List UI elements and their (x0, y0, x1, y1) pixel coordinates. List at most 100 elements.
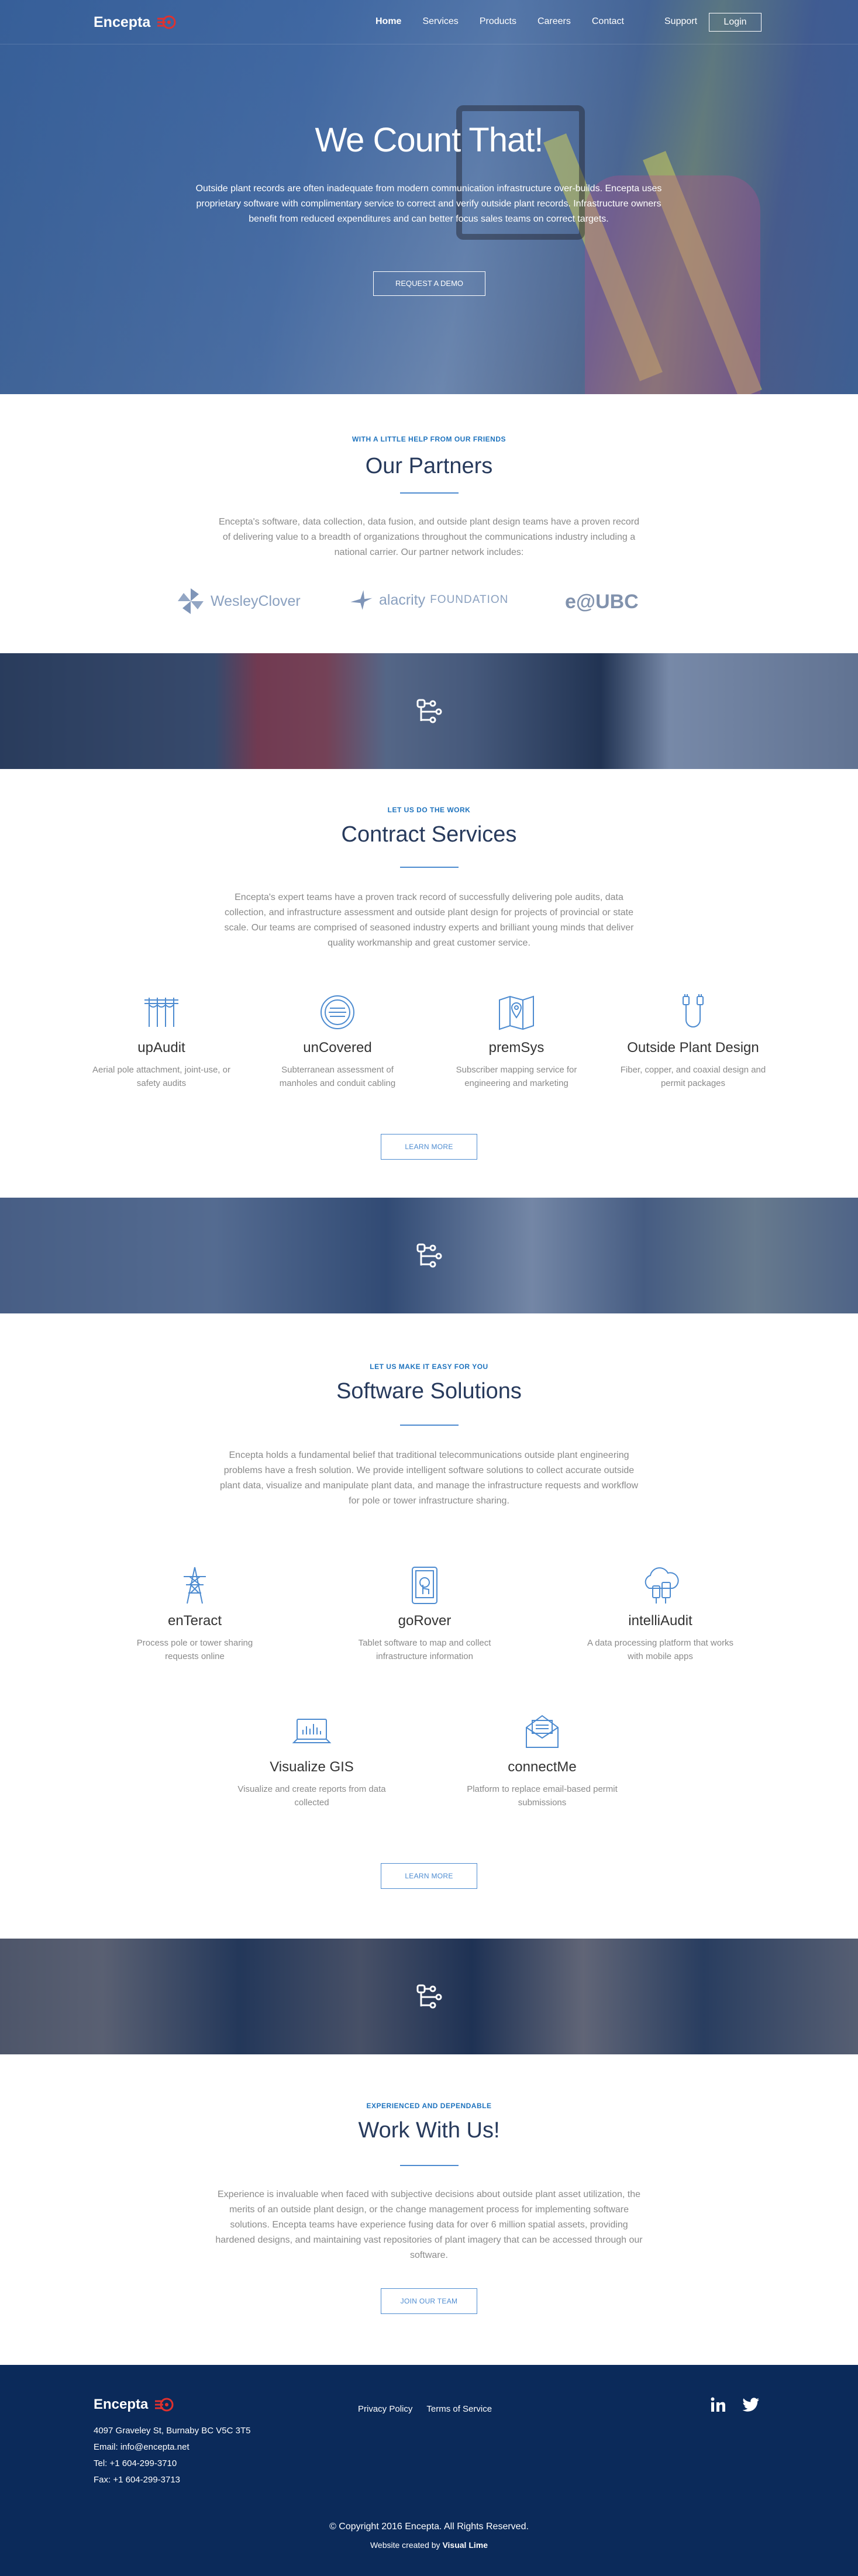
software-enteract-text: Process pole or tower sharing requests o… (136, 1638, 253, 1661)
software-connectme-text: Platform to replace email-based permit s… (467, 1784, 618, 1808)
support-link[interactable]: Support (664, 16, 697, 27)
top-navbar: Encepta Home Services Products Careers C… (0, 0, 858, 44)
hero-title: We Count That! (315, 121, 543, 159)
software-visualize-gis[interactable]: Visualize GIS Visualize and create repor… (236, 1711, 388, 1809)
work-text: Experience is invaluable when faced with… (215, 2189, 643, 2260)
software-gorover-title: goRover (398, 1613, 452, 1629)
twitter-icon[interactable] (742, 2395, 760, 2414)
manhole-icon (321, 995, 354, 1029)
logo[interactable]: Encepta (94, 13, 180, 32)
partner-alacrity-name: alacrity (379, 591, 426, 608)
credit-link[interactable]: Visual Lime (442, 2540, 488, 2550)
bird-icon (350, 590, 373, 610)
section-divider (400, 2165, 459, 2166)
network-node-icon (416, 1243, 442, 1268)
service-upaudit[interactable]: upAudit Aerial pole attachment, joint-us… (85, 992, 237, 1090)
service-outside-plant-design[interactable]: Outside Plant Design Fiber, copper, and … (617, 992, 769, 1090)
software-kicker: LET US MAKE IT EASY FOR YOU (370, 1363, 488, 1371)
hero-section: We Count That! Outside plant records are… (0, 0, 858, 394)
software-enteract-title: enTeract (167, 1613, 222, 1629)
work-title: Work With Us! (358, 2118, 500, 2143)
laptop-chart-icon (292, 1719, 332, 1743)
request-demo-button[interactable]: REQUEST A DEMO (373, 271, 485, 296)
service-opd-title: Outside Plant Design (627, 1040, 759, 1056)
map-pin-icon (499, 995, 534, 1030)
service-uncovered-title: unCovered (303, 1040, 372, 1056)
section-divider (400, 867, 459, 868)
copyright: © Copyright 2016 Encepta. All Rights Res… (329, 2522, 529, 2532)
login-button[interactable]: Login (709, 13, 761, 32)
software-enteract[interactable]: enTeract Process pole or tower sharing r… (119, 1565, 271, 1663)
website-credit: Website created by Visual Lime (0, 2540, 858, 2550)
software-text: Encepta holds a fundamental belief that … (219, 1450, 639, 1506)
nav-home[interactable]: Home (375, 16, 401, 27)
services-kicker: LET US DO THE WORK (387, 806, 471, 814)
service-uncovered[interactable]: unCovered Subterranean assessment of man… (261, 992, 414, 1090)
footer-logo[interactable]: Encepta (94, 2395, 177, 2414)
footer: Encepta 4097 Graveley St, Burnaby BC V5C… (0, 2365, 858, 2576)
services-title: Contract Services (341, 822, 517, 847)
software-connectme[interactable]: connectMe Platform to replace email-base… (466, 1711, 618, 1809)
service-premsys-title: premSys (488, 1040, 545, 1056)
partners-text: Encepta's software, data collection, dat… (218, 517, 640, 557)
hero-text: Outside plant records are often inadequa… (195, 184, 662, 224)
partner-eubc-name: e@UBC (565, 591, 639, 613)
logo-text: Encepta (94, 13, 151, 30)
software-intelliaudit-title: intelliAudit (628, 1613, 692, 1629)
envelope-icon (526, 1715, 559, 1748)
service-uncovered-text: Subterranean assessment of manholes and … (279, 1065, 396, 1088)
footer-address: 4097 Graveley St, Burnaby BC V5C 3T5 (94, 2426, 251, 2436)
service-upaudit-title: upAudit (137, 1040, 185, 1056)
nav-contact[interactable]: Contact (592, 16, 624, 27)
service-upaudit-text: Aerial pole attachment, joint-use, or sa… (92, 1065, 230, 1088)
service-premsys-text: Subscriber mapping service for engineeri… (456, 1065, 577, 1088)
photo-banner-3 (0, 1939, 858, 2054)
partner-eubc[interactable]: e@UBC (565, 591, 639, 613)
nav-services[interactable]: Services (422, 16, 458, 27)
pinwheel-icon (178, 588, 204, 614)
software-intelliaudit-text: A data processing platform that works wi… (587, 1638, 734, 1661)
partner-alacrity-suffix: FOUNDATION (430, 594, 509, 606)
tablet-touch-icon (412, 1567, 437, 1604)
services-text: Encepta's expert teams have a proven tra… (224, 892, 634, 948)
utility-poles-icon (144, 998, 178, 1027)
photo-banner-2 (0, 1198, 858, 1313)
network-node-icon (416, 699, 442, 723)
linkedin-icon[interactable] (709, 2395, 728, 2414)
section-divider (400, 1425, 459, 1426)
footer-tel: Tel: +1 604-299-3710 (94, 2458, 177, 2468)
software-visualize-gis-text: Visualize and create reports from data c… (237, 1784, 386, 1808)
encepta-logo-icon (157, 15, 176, 29)
software-gorover[interactable]: goRover Tablet software to map and colle… (349, 1565, 501, 1663)
partners-kicker: WITH A LITTLE HELP FROM OUR FRIENDS (352, 435, 506, 443)
service-opd-text: Fiber, copper, and coaxial design and pe… (620, 1065, 766, 1088)
partner-wesleyclover-name: WesleyClover (211, 592, 301, 609)
software-title: Software Solutions (336, 1379, 522, 1403)
software-learn-more-button[interactable]: LEARN MORE (381, 1863, 477, 1889)
footer-email[interactable]: Email: info@encepta.net (94, 2442, 189, 2452)
nav-careers[interactable]: Careers (537, 16, 571, 27)
footer-links: Privacy Policy Terms of Service (358, 2404, 492, 2414)
services-learn-more-button[interactable]: LEARN MORE (381, 1134, 477, 1160)
service-premsys[interactable]: premSys Subscriber mapping service for e… (440, 992, 592, 1090)
work-kicker: EXPERIENCED AND DEPENDABLE (366, 2102, 492, 2110)
terms-of-service-link[interactable]: Terms of Service (426, 2404, 492, 2414)
software-visualize-gis-title: Visualize GIS (270, 1759, 354, 1775)
software-connectme-title: connectMe (508, 1759, 577, 1775)
nav-products[interactable]: Products (480, 16, 516, 27)
cable-icon (683, 994, 704, 1027)
network-node-icon (416, 1984, 442, 2009)
photo-banner-1 (0, 653, 858, 769)
transmission-tower-icon (184, 1567, 206, 1604)
join-our-team-button[interactable]: JOIN OUR TEAM (381, 2288, 477, 2314)
partner-wesleyclover[interactable]: WesleyClover (175, 586, 301, 616)
software-gorover-text: Tablet software to map and collect infra… (358, 1638, 491, 1661)
credit-prefix: Website created by (370, 2540, 440, 2550)
section-divider (400, 492, 459, 494)
main-menu: Home Services Products Careers Contact (375, 16, 645, 27)
encepta-logo-icon (155, 2398, 174, 2412)
software-intelliaudit[interactable]: intelliAudit A data processing platform … (584, 1565, 736, 1663)
partners-title: Our Partners (365, 454, 493, 478)
partner-alacrity[interactable]: alacrity FOUNDATION (349, 587, 508, 613)
privacy-policy-link[interactable]: Privacy Policy (358, 2404, 412, 2414)
